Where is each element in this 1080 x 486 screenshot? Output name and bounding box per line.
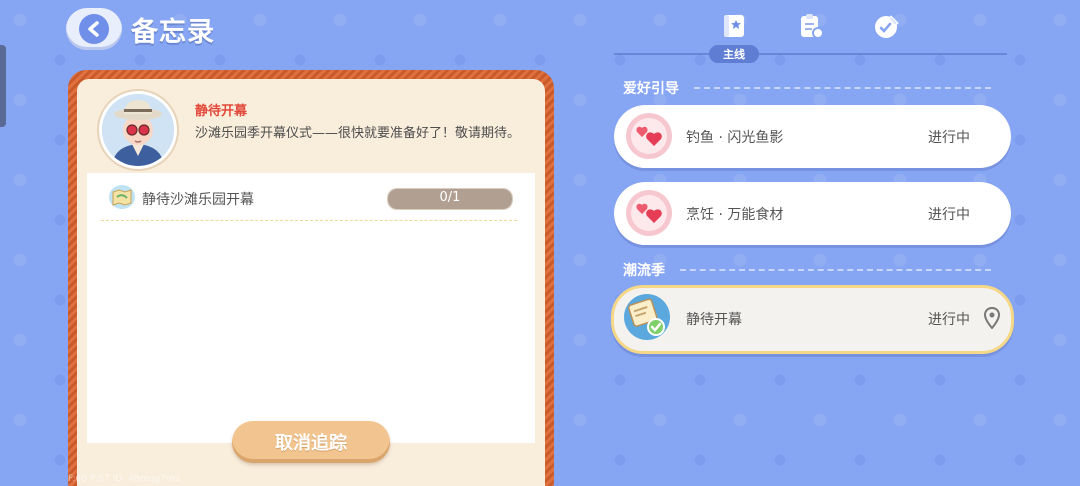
row-divider [101,220,517,221]
tab-main-quest[interactable]: 主线 [709,45,759,63]
section-divider [694,87,991,89]
clipboard-quest-icon[interactable] [797,12,825,40]
quest-item-fishing[interactable]: 钓鱼 · 闪光鱼影 进行中 [614,105,1011,168]
location-pin-icon[interactable] [983,306,1001,330]
section-title-trend: 潮流季 [623,263,665,279]
chevron-left-icon [79,14,109,44]
map-icon [108,184,136,210]
task-description: 沙滩乐园季开幕仪式——很快就要准备好了！敬请期待。 [195,126,521,141]
objective-row: 静待沙滩乐园开幕 0/1 [87,173,535,221]
edge-handle[interactable] [0,45,6,127]
section-divider [680,269,991,271]
task-name: 静待开幕 [195,104,248,119]
quest-status: 进行中 [928,207,970,223]
untrack-button[interactable]: 取消追踪 [232,421,390,463]
main-quest-book-icon[interactable] [720,12,748,40]
quest-label: 烹饪 · 万能食材 [686,207,784,223]
quest-item-cooking[interactable]: 烹饪 · 万能食材 进行中 [614,182,1011,245]
note-check-icon [623,293,670,340]
quest-label: 静待开幕 [686,312,742,328]
task-header: 静待开幕 沙滩乐园季开幕仪式——很快就要准备好了！敬请期待。 [77,79,545,173]
progress-text: 0/1 [439,190,461,205]
page-title: 备忘录 [131,17,215,48]
quest-status: 进行中 [928,312,970,328]
heart-bubble-icon [626,113,672,159]
npc-avatar [99,91,177,169]
objective-list: 静待沙滩乐园开幕 0/1 [87,173,535,443]
objective-label: 静待沙滩乐园开幕 [142,192,254,208]
quest-status: 进行中 [928,130,970,146]
quest-label: 钓鱼 · 闪光鱼影 [686,130,784,146]
debug-overlay: F:60 P:67 ID: 4Bmqg7m2 [68,474,181,484]
notebook-pencil-icon[interactable] [873,12,901,40]
tab-divider [614,53,1007,55]
objective-progress-bar: 0/1 [387,188,513,210]
tracked-task-card: 静待开幕 沙滩乐园季开幕仪式——很快就要准备好了！敬请期待。 静待沙滩乐园开幕 … [77,79,545,486]
back-button[interactable] [66,8,122,50]
heart-bubble-icon [626,190,672,236]
section-title-hobby: 爱好引导 [623,81,679,97]
quest-item-await-opening[interactable]: 静待开幕 进行中 [611,285,1014,354]
